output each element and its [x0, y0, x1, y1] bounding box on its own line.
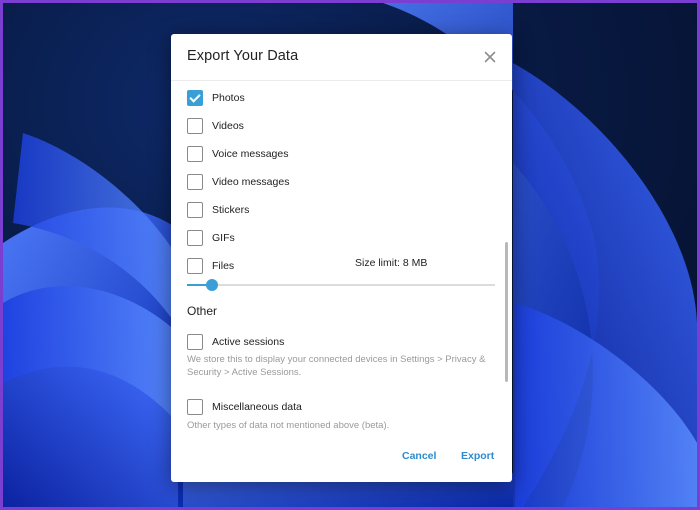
- slider-track: [187, 284, 495, 286]
- option-label: Active sessions: [212, 336, 285, 348]
- option-label: Photos: [212, 92, 245, 104]
- close-icon: [484, 51, 496, 63]
- option-label: Video messages: [212, 176, 290, 188]
- dialog-header: Export Your Data: [171, 34, 512, 81]
- export-data-dialog: Export Your Data Photos Videos Voice mes…: [171, 34, 512, 482]
- option-video-messages[interactable]: Video messages: [187, 173, 497, 191]
- option-label: Voice messages: [212, 148, 289, 160]
- option-misc-data[interactable]: Miscellaneous data: [187, 398, 497, 416]
- close-button[interactable]: [480, 47, 500, 67]
- option-label: Videos: [212, 120, 244, 132]
- stickers-checkbox[interactable]: [187, 202, 203, 218]
- dialog-content: Photos Videos Voice messages Video messa…: [171, 82, 512, 438]
- export-button[interactable]: Export: [461, 450, 494, 462]
- dialog-footer: Cancel Export: [171, 438, 512, 482]
- photos-checkbox[interactable]: [187, 90, 203, 106]
- other-section-title: Other: [187, 304, 218, 318]
- active-sessions-checkbox[interactable]: [187, 334, 203, 350]
- gifs-checkbox[interactable]: [187, 230, 203, 246]
- misc-data-description: Other types of data not mentioned above …: [187, 420, 390, 431]
- option-photos[interactable]: Photos: [187, 89, 497, 107]
- files-checkbox[interactable]: [187, 258, 203, 274]
- dialog-title: Export Your Data: [187, 48, 299, 64]
- size-limit-slider[interactable]: [187, 279, 495, 291]
- cancel-button[interactable]: Cancel: [402, 450, 436, 462]
- option-label: Files: [212, 260, 235, 272]
- option-voice-messages[interactable]: Voice messages: [187, 145, 497, 163]
- size-limit-label: Size limit: 8 MB: [355, 257, 428, 269]
- voice-messages-checkbox[interactable]: [187, 146, 203, 162]
- slider-thumb[interactable]: [205, 279, 218, 291]
- misc-data-checkbox[interactable]: [187, 399, 203, 415]
- option-videos[interactable]: Videos: [187, 117, 497, 135]
- option-files[interactable]: Files: [187, 257, 497, 275]
- video-messages-checkbox[interactable]: [187, 174, 203, 190]
- option-stickers[interactable]: Stickers: [187, 201, 497, 219]
- option-active-sessions[interactable]: Active sessions: [187, 333, 497, 351]
- option-label: GIFs: [212, 232, 235, 244]
- active-sessions-description: We store this to display your connected …: [187, 354, 486, 378]
- option-label: Stickers: [212, 204, 250, 216]
- videos-checkbox[interactable]: [187, 118, 203, 134]
- option-gifs[interactable]: GIFs: [187, 229, 497, 247]
- scrollbar-thumb[interactable]: [505, 242, 508, 382]
- option-label: Miscellaneous data: [212, 401, 302, 413]
